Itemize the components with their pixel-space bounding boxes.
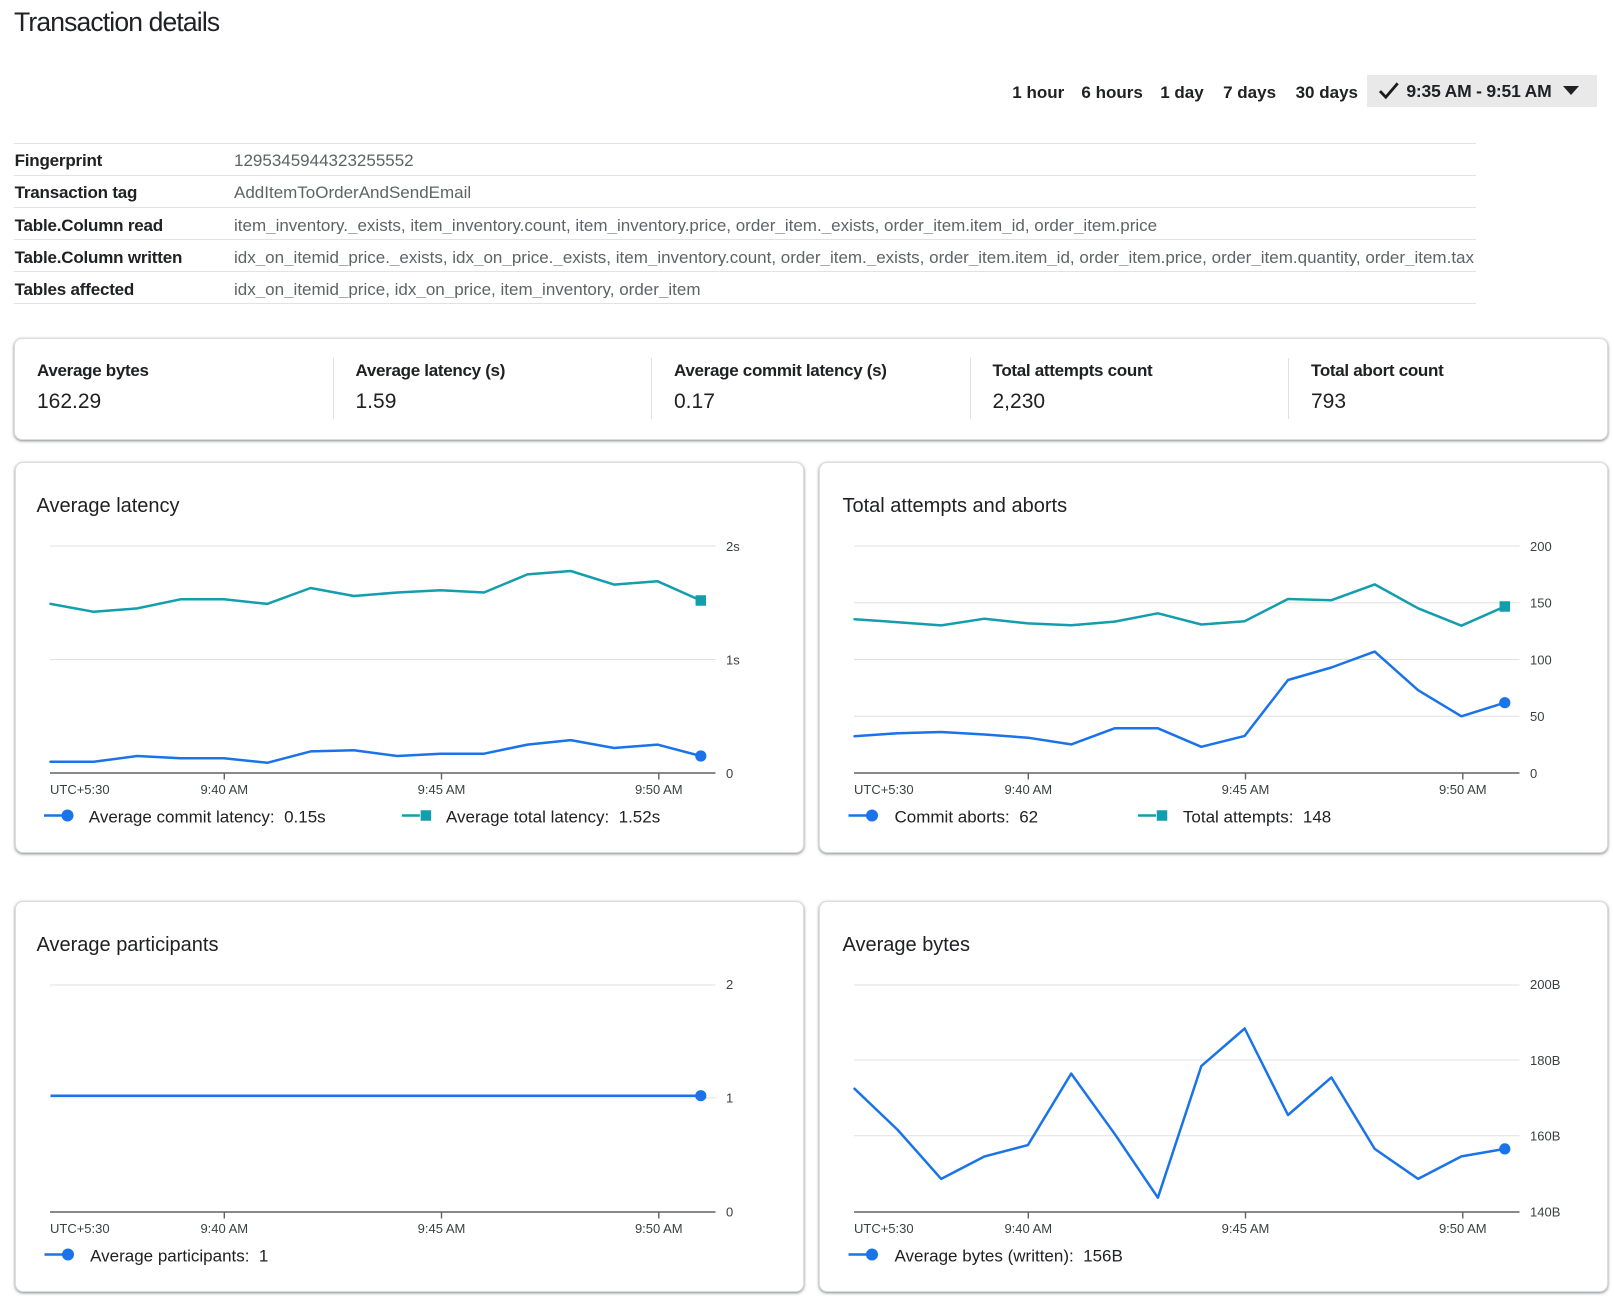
svg-text:Total attempts and aborts: Total attempts and aborts [843,495,1068,517]
svg-text:200: 200 [1530,539,1552,554]
svg-text:0: 0 [726,1204,733,1219]
svg-text:50: 50 [1530,709,1544,724]
svg-text:UTC+5:30: UTC+5:30 [50,1221,110,1236]
svg-text:100: 100 [1530,652,1552,667]
svg-text:180B: 180B [1530,1053,1560,1068]
svg-text:Average bytes (written): 156B: Average bytes (written): 156B [895,1247,1123,1266]
svg-text:160B: 160B [1530,1129,1560,1144]
svg-text:Commit aborts: 62: Commit aborts: 62 [895,808,1039,827]
svg-text:200B: 200B [1530,977,1560,992]
svg-text:0: 0 [1530,766,1537,781]
svg-text:9:45 AM: 9:45 AM [418,782,466,797]
svg-text:150: 150 [1530,596,1552,611]
svg-text:Total attempts: 148: Total attempts: 148 [1183,808,1331,827]
svg-text:2: 2 [726,977,733,992]
svg-text:UTC+5:30: UTC+5:30 [854,782,914,797]
svg-text:9:40 AM: 9:40 AM [200,1221,248,1236]
svg-text:UTC+5:30: UTC+5:30 [854,1221,914,1236]
svg-text:Average participants: 1: Average participants: 1 [90,1247,268,1266]
svg-text:140B: 140B [1530,1204,1560,1219]
svg-text:UTC+5:30: UTC+5:30 [50,782,110,797]
svg-text:2s: 2s [726,539,740,554]
svg-text:9:50 AM: 9:50 AM [635,782,683,797]
svg-text:Average participants: Average participants [37,934,219,956]
svg-text:9:45 AM: 9:45 AM [1222,782,1270,797]
svg-text:9:50 AM: 9:50 AM [1439,782,1487,797]
svg-text:Average total latency: 1.52s: Average total latency: 1.52s [446,808,660,827]
svg-text:0: 0 [726,766,733,781]
svg-text:9:45 AM: 9:45 AM [1222,1221,1270,1236]
svg-text:Average commit latency: 0.15s: Average commit latency: 0.15s [89,808,326,827]
svg-text:1: 1 [726,1091,733,1106]
svg-text:9:40 AM: 9:40 AM [1004,1221,1052,1236]
svg-text:9:40 AM: 9:40 AM [200,782,248,797]
svg-text:9:45 AM: 9:45 AM [418,1221,466,1236]
svg-text:9:40 AM: 9:40 AM [1004,782,1052,797]
svg-text:9:50 AM: 9:50 AM [1439,1221,1487,1236]
svg-text:1s: 1s [726,652,740,667]
svg-text:Average latency: Average latency [37,495,180,517]
svg-text:9:50 AM: 9:50 AM [635,1221,683,1236]
svg-text:Average bytes: Average bytes [843,934,971,956]
